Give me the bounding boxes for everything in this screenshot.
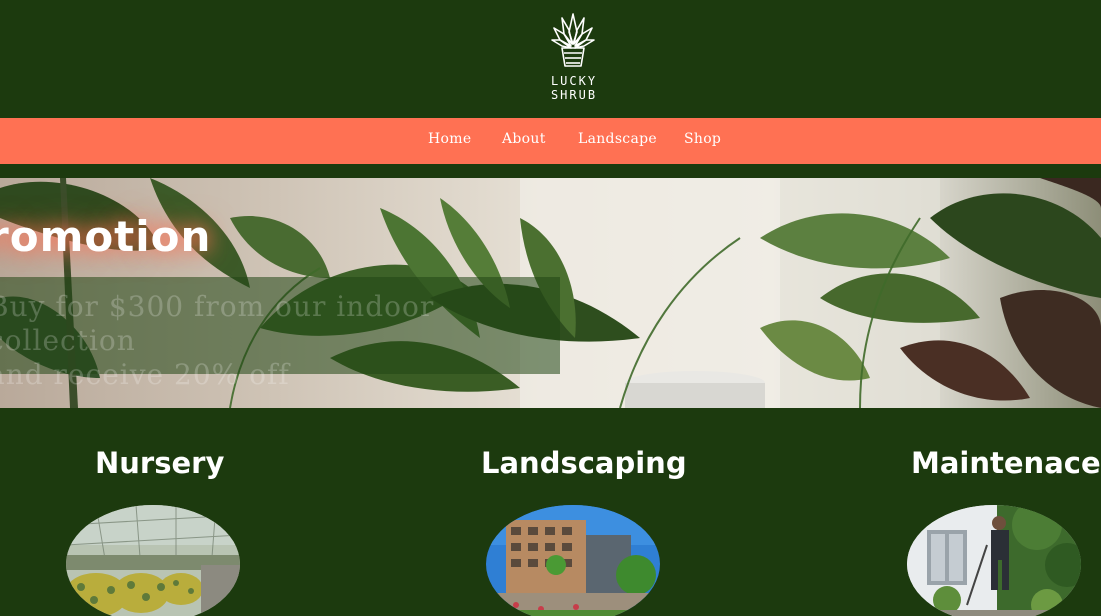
site-header: LUCKY SHRUB (0, 0, 1101, 118)
logo-line-1: LUCKY (550, 74, 598, 88)
landscaping-title: Landscaping (481, 446, 687, 480)
nav-home[interactable]: Home (428, 131, 471, 147)
promotion-text-line-1: Buy for $300 from our indoor collection (0, 290, 435, 357)
promotion-title: romotion (0, 212, 212, 261)
plant-pot-icon (551, 13, 595, 67)
nursery-title: Nursery (95, 446, 225, 480)
nav-about[interactable]: About (502, 131, 546, 147)
nursery-image[interactable] (66, 505, 240, 616)
promotion-text: Buy for $300 from our indoor collection … (0, 290, 588, 392)
nav-shop[interactable]: Shop (684, 131, 721, 147)
promotion-banner: romotion Buy for $300 from our indoor co… (0, 178, 1101, 408)
main-nav: Home About Landscape Shop (0, 118, 1101, 164)
logo-text: LUCKY SHRUB (546, 74, 602, 102)
logo[interactable]: LUCKY SHRUB (546, 10, 602, 106)
nav-landscape[interactable]: Landscape (578, 131, 657, 147)
maintenance-image[interactable] (907, 505, 1081, 616)
logo-line-2: SHRUB (550, 88, 598, 102)
landscaping-image[interactable] (486, 505, 660, 616)
maintenance-title: Maintenace (911, 446, 1101, 480)
promotion-text-line-2: and receive 20% off (0, 358, 290, 391)
